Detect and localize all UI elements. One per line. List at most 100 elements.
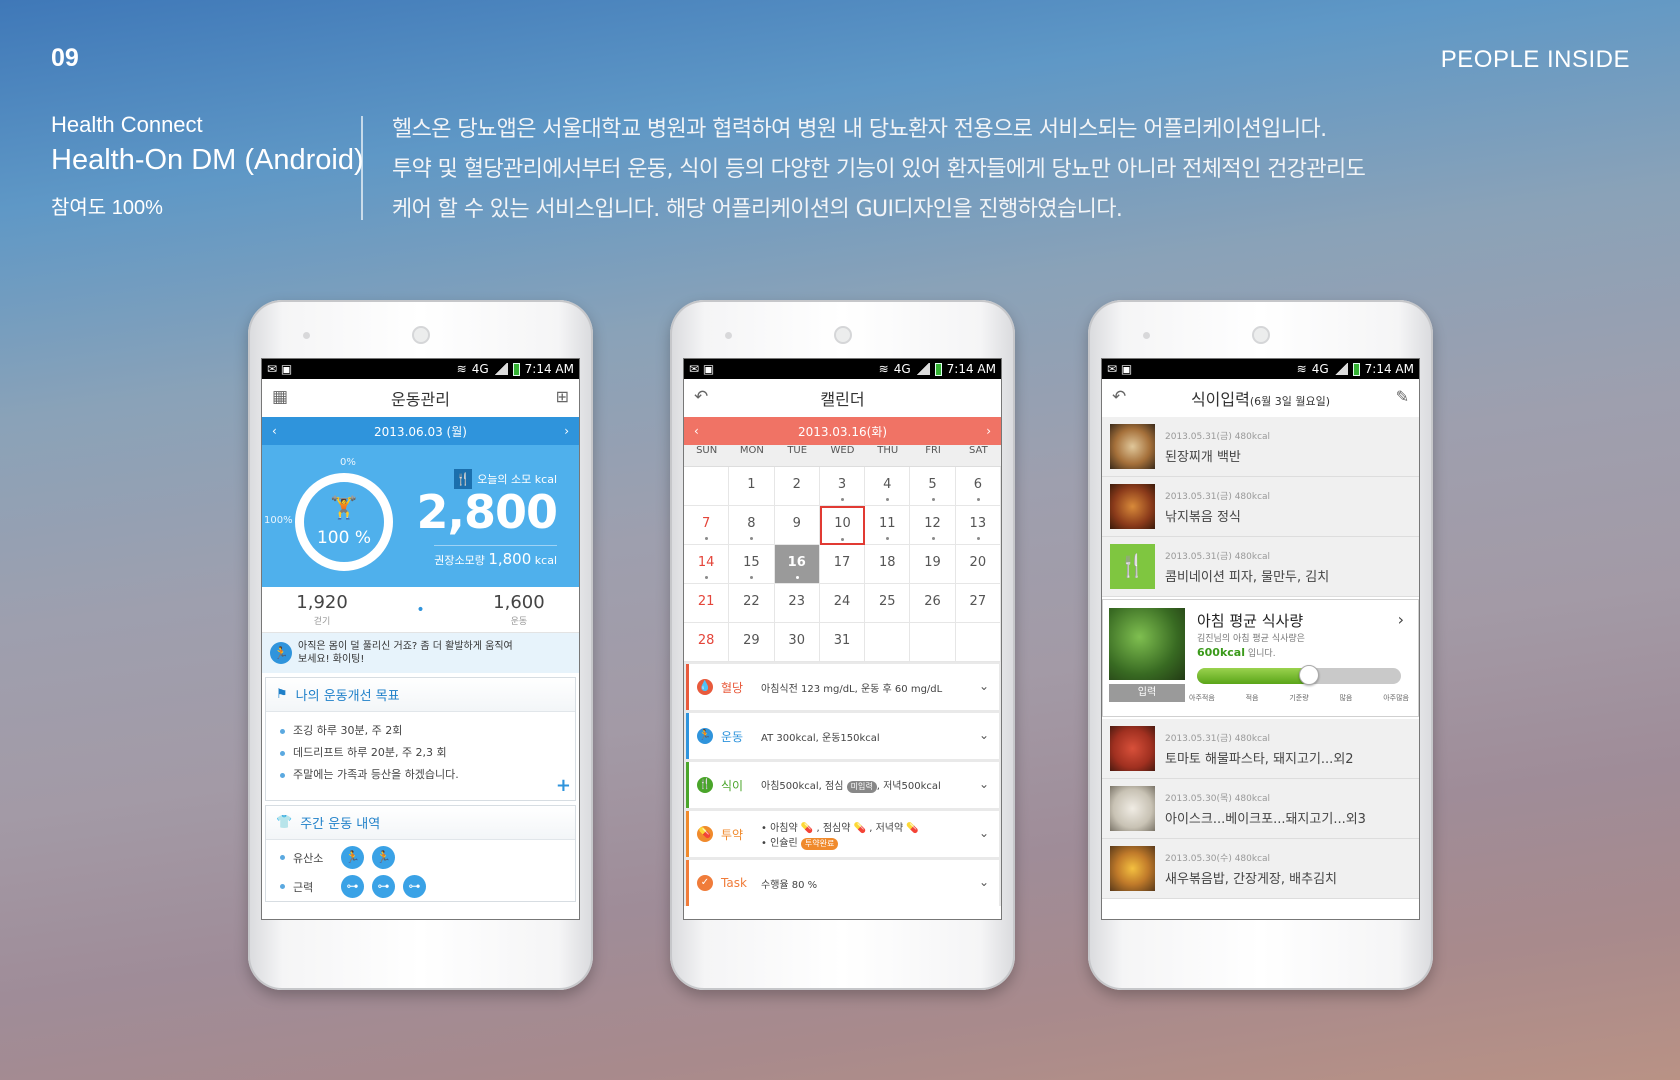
calendar-day[interactable]: 17 <box>819 545 866 584</box>
calendar-day[interactable]: 16 <box>774 545 820 584</box>
edit-icon[interactable]: ✎ <box>1396 387 1409 406</box>
meal-item[interactable]: 2013.05.30(수) 480kcal 새우볶음밥, 간장게장, 배추김치 <box>1102 839 1419 899</box>
prev-month-icon[interactable]: ‹ <box>694 424 699 438</box>
calendar-day[interactable]: 23 <box>774 584 820 623</box>
calendar-day[interactable]: 7 <box>684 506 730 545</box>
stat-label: 걷기 <box>313 617 331 627</box>
calendar-day[interactable]: 9 <box>774 506 820 545</box>
battery-icon <box>512 362 520 376</box>
summary-icon: 🏃 <box>697 728 713 744</box>
page-title: 캘린더 <box>820 390 865 409</box>
chevron-down-icon[interactable]: ⌄ <box>979 679 989 693</box>
mail-icon: ✉ ▣ <box>689 362 715 376</box>
goal-item: 조깅 하루 30분, 주 2회 <box>280 720 561 742</box>
status-bar: ✉ ▣ ≋ 4G 7:14 AM <box>262 359 579 379</box>
calendar-day[interactable]: 5 <box>910 467 956 506</box>
salad-thumbnail <box>1109 608 1185 680</box>
scale-label: 아주많음 <box>1383 694 1409 702</box>
calendar-day[interactable]: 24 <box>819 584 866 623</box>
rec-unit: kcal <box>534 554 557 567</box>
chevron-right-icon[interactable]: › <box>1398 610 1404 629</box>
calendar-day <box>955 623 1001 662</box>
month-label: 2013.03.16(화) <box>797 424 888 439</box>
summary-icon: 💊 <box>697 826 713 842</box>
add-goal-icon[interactable]: + <box>556 775 571 796</box>
meal-list: 2013.05.31(금) 480kcal 토마토 해물파스타, 돼지고기...외… <box>1102 719 1419 899</box>
calendar-day[interactable]: 19 <box>910 545 956 584</box>
meal-meta: 2013.05.31(금) 480kcal <box>1165 491 1271 502</box>
calendar-day[interactable]: 27 <box>955 584 1001 623</box>
calendar-day[interactable]: 29 <box>729 623 775 662</box>
calendar-day[interactable]: 28 <box>684 623 730 662</box>
dumbbell-badge-icon: ⊶ <box>372 875 395 898</box>
chevron-down-icon[interactable]: ⌄ <box>979 777 989 791</box>
app-header: ▦ 운동관리 ⊞ <box>262 379 579 417</box>
meal-meta: 2013.05.31(금) 480kcal <box>1165 431 1271 442</box>
calendar-day[interactable]: 26 <box>910 584 956 623</box>
summary-text: AT 300kcal, 운동150kcal <box>761 729 880 744</box>
calendar-day[interactable]: 10 <box>819 506 866 545</box>
calendar-day[interactable]: 20 <box>955 545 1001 584</box>
calendar-day[interactable]: 25 <box>865 584 911 623</box>
summary-row[interactable]: 💧 혈당 아침식전 123 mg/dL, 운동 후 60 mg/dL ⌄ <box>686 664 999 710</box>
calendar-icon[interactable]: ▦ <box>272 387 288 407</box>
back-icon[interactable]: ↶ <box>1112 387 1126 407</box>
next-date-icon[interactable]: › <box>564 424 569 438</box>
chevron-down-icon[interactable]: ⌄ <box>979 875 989 889</box>
dumbbell-badge-icon: ⊶ <box>341 875 364 898</box>
app-header: ↶ 식이입력(6월 3일 월요일) ✎ <box>1102 379 1419 417</box>
phone-exercise: ✉ ▣ ≋ 4G 7:14 AM ▦ 운동관리 ⊞ ‹ 2013.06.03 (월) … <box>248 300 593 990</box>
summary-row[interactable]: ✓ Task 수행율 80 % ⌄ <box>686 860 999 906</box>
calendar-day[interactable]: 2 <box>774 467 820 506</box>
calendar-day[interactable]: 18 <box>865 545 911 584</box>
summary-text-main: 아침식전 123 mg/dL, 운동 후 60 mg/dL <box>761 683 943 695</box>
scale-label: 많음 <box>1339 694 1353 702</box>
calendar-day[interactable]: 22 <box>729 584 775 623</box>
page-title: 식이입력(6월 3일 월요일) <box>1190 390 1331 409</box>
speaker <box>411 326 430 344</box>
event-dot <box>886 537 890 540</box>
chevron-down-icon[interactable]: ⌄ <box>979 826 989 840</box>
summary-row[interactable]: 🍴 식이 아침500kcal, 점심 미입력, 저녁500kcal ⌄ <box>686 762 999 808</box>
calendar-day[interactable]: 31 <box>819 623 866 662</box>
meal-meta: 2013.05.31(금) 480kcal <box>1165 551 1271 562</box>
stat-exercise: 1,600 운동 <box>493 592 545 627</box>
calendar-day[interactable]: 12 <box>910 506 956 545</box>
tip-line: 아직은 몸이 덜 풀리신 거죠? 좀 더 활발하게 움직여 <box>298 641 513 652</box>
calendar-day[interactable]: 1 <box>729 467 775 506</box>
meal-item[interactable]: 2013.05.31(금) 480kcal 된장찌개 백반 <box>1102 417 1419 477</box>
summary-row[interactable]: 🏃 운동 AT 300kcal, 운동150kcal ⌄ <box>686 713 999 759</box>
calendar-day[interactable]: 21 <box>684 584 730 623</box>
grid-icon[interactable]: ⊞ <box>556 387 569 406</box>
weekday-label: THU <box>877 445 899 456</box>
calendar-day[interactable]: 11 <box>865 506 911 545</box>
summary-row[interactable]: 💊 투약 • 아침약 💊 , 점심약 💊 , 저녁약 💊 • 인슐린 투약완료 ⌄ <box>686 811 999 857</box>
next-month-icon[interactable]: › <box>986 424 991 438</box>
chevron-down-icon[interactable]: ⌄ <box>979 728 989 742</box>
calendar-day[interactable]: 14 <box>684 545 730 584</box>
calendar-day[interactable]: 8 <box>729 506 775 545</box>
back-icon[interactable]: ↶ <box>694 387 708 407</box>
meal-name: 콤비네이션 피자, 물만두, 김치 <box>1165 569 1330 585</box>
weekly-row: 근력 ⊶ ⊶ ⊶ <box>266 872 575 901</box>
event-dot <box>976 537 980 540</box>
summary-line-text: • 인슐린 <box>761 837 798 849</box>
description-line: 케어 할 수 있는 서비스입니다. 해당 어플리케이션의 GUI디자인을 진행하… <box>392 197 1123 222</box>
meal-item[interactable]: 2013.05.30(목) 480kcal 아이스크...베이크포...돼지고기.… <box>1102 779 1419 839</box>
event-dot <box>841 538 845 541</box>
ring-top-label: 0% <box>340 457 356 468</box>
calendar-day[interactable]: 3 <box>819 467 866 506</box>
calendar-day[interactable]: 4 <box>865 467 911 506</box>
breakfast-average-card[interactable]: 입력 아침 평균 식사량 › 김진님의 아침 평균 식사량은 600kcal 입니… <box>1102 599 1419 717</box>
meal-item[interactable]: 🍴 2013.05.31(금) 480kcal 콤비네이션 피자, 물만두, 김치 <box>1102 537 1419 597</box>
calendar-day[interactable]: 6 <box>955 467 1001 506</box>
meal-item[interactable]: 2013.05.31(금) 480kcal 낚지볶음 정식 <box>1102 477 1419 537</box>
meal-item[interactable]: 2013.05.31(금) 480kcal 토마토 해물파스타, 돼지고기...외… <box>1102 719 1419 779</box>
input-button[interactable]: 입력 <box>1109 684 1185 702</box>
runner-badge-icon: 🏃 <box>341 846 364 869</box>
calendar-day[interactable]: 15 <box>729 545 775 584</box>
calendar-day[interactable]: 30 <box>774 623 820 662</box>
meal-thumbnail <box>1110 726 1155 771</box>
prev-date-icon[interactable]: ‹ <box>272 424 277 438</box>
calendar-day[interactable]: 13 <box>955 506 1001 545</box>
